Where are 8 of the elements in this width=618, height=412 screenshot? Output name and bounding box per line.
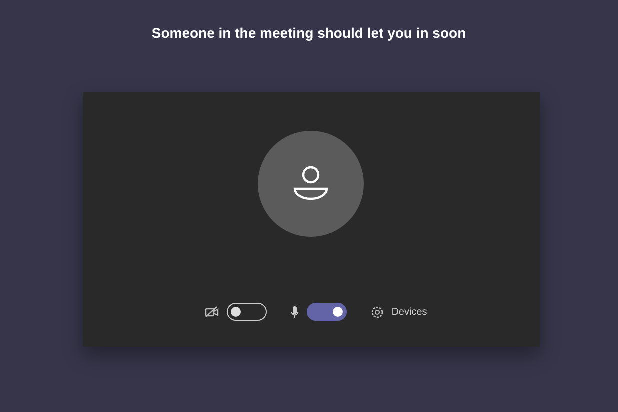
settings-icon[interactable]: [370, 306, 384, 318]
avatar-icon: [258, 131, 364, 237]
camera-toggle[interactable]: [226, 303, 267, 321]
devices-button[interactable]: Devices: [392, 306, 428, 318]
microphone-toggle[interactable]: [306, 303, 347, 321]
camera-off-icon: [204, 306, 219, 318]
lobby-message: Someone in the meeting should let you in soon: [152, 24, 466, 42]
microphone-icon: [290, 306, 299, 318]
